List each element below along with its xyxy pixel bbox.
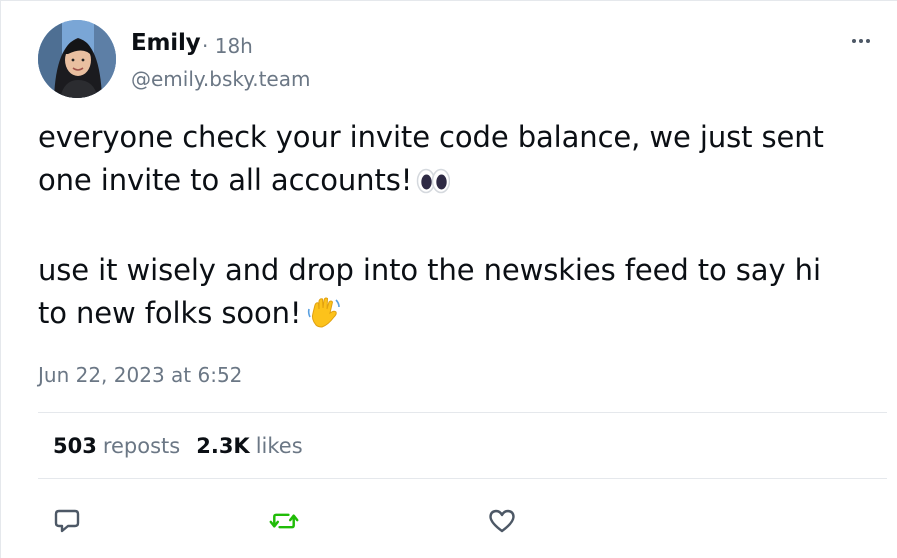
post-line: to new folks soon! [38,292,878,341]
eyes-emoji-icon [416,163,451,206]
post-line: one invite to all accounts! [38,159,878,206]
author-handle[interactable]: @emily.bsky.team [131,67,310,91]
reply-button[interactable] [52,507,82,535]
reposts-stat[interactable]: 503 reposts [53,434,180,458]
engagement-stats: 503 reposts 2.3K likes [53,434,303,458]
ellipsis-icon [866,39,870,43]
likes-count: 2.3K [196,434,250,458]
divider [38,412,887,413]
post-line: use it wisely and drop into the newskies… [38,249,878,292]
post-line: everyone check your invite code balance,… [38,116,878,159]
post-timestamp[interactable]: Jun 22, 2023 at 6:52 [38,363,242,387]
repost-button[interactable] [269,507,299,535]
time-ago-label[interactable]: 18h [215,34,253,58]
avatar-photo [38,20,116,98]
post-text: everyone check your invite code balance,… [38,116,878,341]
post-text-line: everyone check your invite code balance,… [38,120,824,154]
likes-stat[interactable]: 2.3K likes [196,434,302,458]
more-options-button[interactable] [847,31,875,51]
like-button[interactable] [487,507,517,535]
meta-separator: · [202,34,209,58]
reply-icon [54,509,80,533]
reposts-label: reposts [102,434,181,458]
like-icon [489,509,515,533]
post-text-line: one invite to all accounts! [38,163,413,197]
divider [38,478,887,479]
repost-icon [269,513,299,529]
post-text-line: to new folks soon! [38,296,302,330]
avatar[interactable] [38,20,116,98]
ellipsis-icon [859,39,863,43]
waving-hand-emoji-icon [307,295,341,341]
author-display-name[interactable]: Emily [131,30,201,56]
post-card: Emily · 18h @emily.bsky.team everyone ch… [0,0,897,558]
likes-label: likes [255,434,303,458]
time-ago[interactable]: · 18h [202,34,253,58]
ellipsis-icon [852,39,856,43]
reposts-count: 503 [53,434,97,458]
post-text-line: use it wisely and drop into the newskies… [38,253,821,287]
